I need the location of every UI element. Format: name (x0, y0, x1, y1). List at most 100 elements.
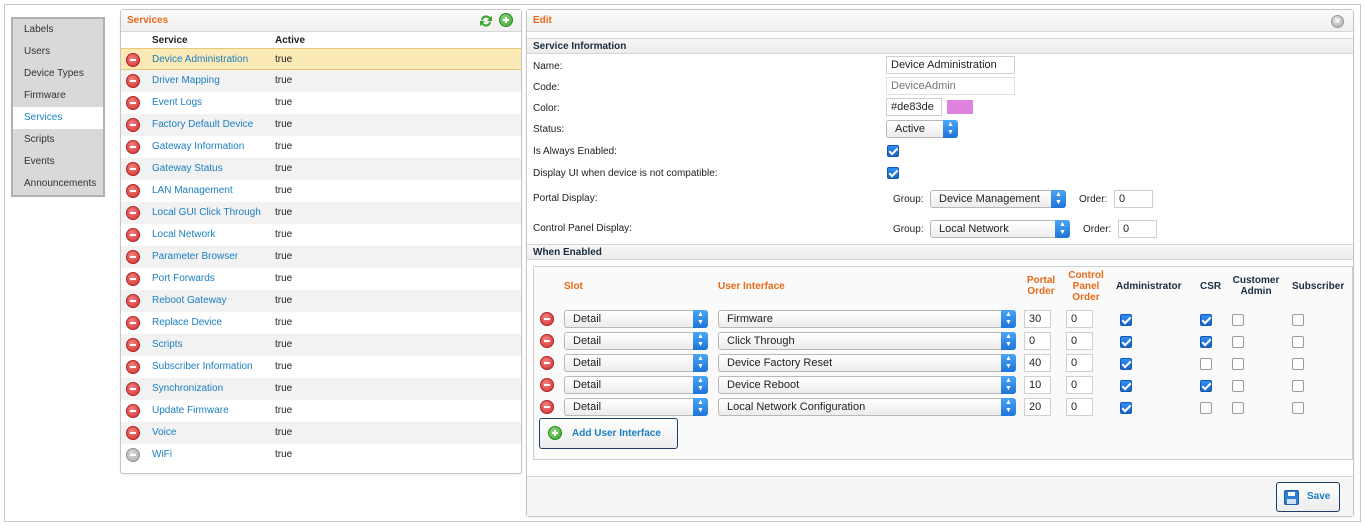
service-row[interactable]: Gateway Status true (121, 158, 521, 180)
subscriber-checkbox[interactable] (1292, 358, 1304, 370)
service-name-link[interactable]: Event Logs (152, 97, 202, 108)
color-input[interactable]: #de83de (886, 98, 942, 116)
service-name-link[interactable]: Scripts (152, 339, 183, 350)
service-name-link[interactable]: Gateway Status (152, 163, 223, 174)
cp-order-cell-input[interactable]: 0 (1066, 332, 1093, 350)
portal-order-cell-input[interactable]: 0 (1024, 332, 1051, 350)
color-swatch[interactable] (947, 100, 973, 114)
always-enabled-checkbox[interactable] (887, 145, 899, 157)
csr-checkbox[interactable] (1200, 380, 1212, 392)
remove-icon[interactable] (126, 404, 140, 421)
service-row[interactable]: Scripts true (121, 334, 521, 356)
admin-checkbox[interactable] (1120, 358, 1132, 370)
user-interface-select[interactable]: Device Reboot ▲ ▼ (718, 376, 1016, 394)
remove-row-icon[interactable] (540, 312, 554, 326)
customer-admin-checkbox[interactable] (1232, 336, 1244, 348)
remove-row-icon[interactable] (540, 400, 554, 414)
user-interface-select[interactable]: Device Factory Reset ▲ ▼ (718, 354, 1016, 372)
user-interface-select[interactable]: Firmware ▲ ▼ (718, 310, 1016, 328)
portal-order-cell-input[interactable]: 20 (1024, 398, 1051, 416)
remove-icon[interactable] (126, 316, 140, 333)
service-row[interactable]: Driver Mapping true (121, 70, 521, 92)
portal-order-input[interactable]: 0 (1114, 190, 1153, 208)
nav-item-firmware[interactable]: Firmware (13, 85, 103, 107)
customer-admin-checkbox[interactable] (1232, 402, 1244, 414)
slot-select[interactable]: Detail ▲ ▼ (564, 376, 708, 394)
nav-item-device-types[interactable]: Device Types (13, 63, 103, 85)
portal-order-cell-input[interactable]: 40 (1024, 354, 1051, 372)
service-name-link[interactable]: LAN Management (152, 185, 233, 196)
remove-icon[interactable] (126, 272, 140, 289)
subscriber-checkbox[interactable] (1292, 314, 1304, 326)
service-name-link[interactable]: Factory Default Device (152, 119, 253, 130)
admin-checkbox[interactable] (1120, 380, 1132, 392)
service-name-link[interactable]: Voice (152, 427, 176, 438)
remove-icon[interactable] (126, 53, 140, 70)
csr-checkbox[interactable] (1200, 402, 1212, 414)
remove-icon[interactable] (126, 338, 140, 355)
service-name-link[interactable]: Device Administration (152, 54, 248, 65)
service-name-link[interactable]: Local Network (152, 229, 215, 240)
user-interface-select[interactable]: Local Network Configuration ▲ ▼ (718, 398, 1016, 416)
remove-disabled-icon[interactable] (126, 448, 140, 465)
slot-select[interactable]: Detail ▲ ▼ (564, 310, 708, 328)
subscriber-checkbox[interactable] (1292, 336, 1304, 348)
remove-icon[interactable] (126, 184, 140, 201)
remove-row-icon[interactable] (540, 334, 554, 348)
nav-item-users[interactable]: Users (13, 41, 103, 63)
service-name-link[interactable]: Port Forwards (152, 273, 215, 284)
remove-icon[interactable] (126, 162, 140, 179)
service-name-link[interactable]: Synchronization (152, 383, 223, 394)
nav-item-announcements[interactable]: Announcements (13, 173, 103, 195)
remove-icon[interactable] (126, 206, 140, 223)
csr-checkbox[interactable] (1200, 358, 1212, 370)
service-name-link[interactable]: Replace Device (152, 317, 222, 328)
remove-icon[interactable] (126, 118, 140, 135)
service-row[interactable]: Subscriber Information true (121, 356, 521, 378)
subscriber-checkbox[interactable] (1292, 380, 1304, 392)
remove-row-icon[interactable] (540, 378, 554, 392)
user-interface-select[interactable]: Click Through ▲ ▼ (718, 332, 1016, 350)
admin-checkbox[interactable] (1120, 402, 1132, 414)
service-row[interactable]: Local Network true (121, 224, 521, 246)
service-row[interactable]: Device Administration true (121, 48, 521, 70)
refresh-icon[interactable] (478, 13, 494, 29)
slot-select[interactable]: Detail ▲ ▼ (564, 354, 708, 372)
remove-icon[interactable] (126, 228, 140, 245)
remove-icon[interactable] (126, 74, 140, 91)
customer-admin-checkbox[interactable] (1232, 314, 1244, 326)
csr-checkbox[interactable] (1200, 314, 1212, 326)
cp-order-cell-input[interactable]: 0 (1066, 376, 1093, 394)
nav-item-labels[interactable]: Labels (13, 19, 103, 41)
cp-order-cell-input[interactable]: 0 (1066, 310, 1093, 328)
portal-order-cell-input[interactable]: 30 (1024, 310, 1051, 328)
customer-admin-checkbox[interactable] (1232, 380, 1244, 392)
service-name-link[interactable]: Reboot Gateway (152, 295, 227, 306)
service-row[interactable]: Factory Default Device true (121, 114, 521, 136)
remove-icon[interactable] (126, 250, 140, 267)
display-ui-checkbox[interactable] (887, 167, 899, 179)
service-row[interactable]: Reboot Gateway true (121, 290, 521, 312)
cp-order-cell-input[interactable]: 0 (1066, 354, 1093, 372)
service-row[interactable]: Event Logs true (121, 92, 521, 114)
cp-group-select[interactable]: Local Network ▲ ▼ (930, 220, 1070, 238)
close-icon[interactable]: × (1331, 15, 1344, 28)
remove-icon[interactable] (126, 96, 140, 113)
service-row[interactable]: WiFi true (121, 444, 521, 466)
remove-row-icon[interactable] (540, 356, 554, 370)
admin-checkbox[interactable] (1120, 336, 1132, 348)
admin-checkbox[interactable] (1120, 314, 1132, 326)
nav-item-services[interactable]: Services (13, 107, 103, 129)
service-row[interactable]: LAN Management true (121, 180, 521, 202)
service-row[interactable]: Replace Device true (121, 312, 521, 334)
service-name-link[interactable]: Driver Mapping (152, 75, 220, 86)
remove-icon[interactable] (126, 140, 140, 157)
service-name-link[interactable]: Gateway Information (152, 141, 244, 152)
remove-icon[interactable] (126, 382, 140, 399)
portal-group-select[interactable]: Device Management ▲ ▼ (930, 190, 1066, 208)
cp-order-input[interactable]: 0 (1118, 220, 1157, 238)
name-input[interactable]: Device Administration (886, 56, 1015, 74)
service-row[interactable]: Synchronization true (121, 378, 521, 400)
status-select[interactable]: Active ▲ ▼ (886, 120, 958, 138)
subscriber-checkbox[interactable] (1292, 402, 1304, 414)
